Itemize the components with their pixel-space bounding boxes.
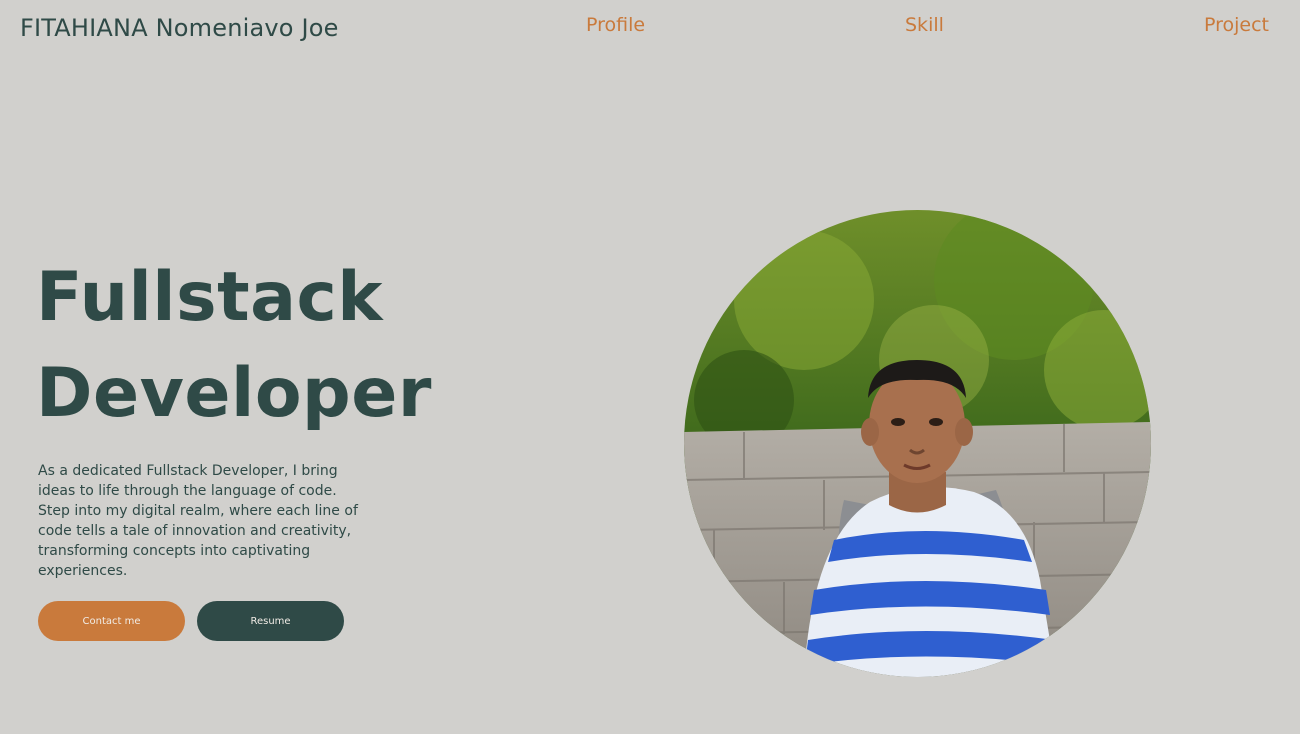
intro-paragraph-1: As a dedicated Fullstack Developer, I br… <box>38 463 338 499</box>
nav-link-skill[interactable]: Skill <box>905 14 944 36</box>
hero-title-line-1: Fullstack <box>36 258 383 337</box>
profile-photo <box>684 210 1151 677</box>
portfolio-page: FITAHIANA Nomeniavo Joe Profile Skill Pr… <box>0 0 1300 734</box>
hero-title: Fullstack Developer <box>36 250 432 442</box>
hero-title-line-2: Developer <box>36 354 432 433</box>
resume-button[interactable]: Resume <box>197 601 344 641</box>
nav-link-profile[interactable]: Profile <box>586 14 645 36</box>
brand-name[interactable]: FITAHIANA Nomeniavo Joe <box>20 14 339 42</box>
intro-paragraph-2: Step into my digital realm, where each l… <box>38 503 358 579</box>
contact-button[interactable]: Contact me <box>38 601 185 641</box>
nav-link-project[interactable]: Project <box>1204 14 1269 36</box>
hero-intro: As a dedicated Fullstack Developer, I br… <box>38 461 373 581</box>
